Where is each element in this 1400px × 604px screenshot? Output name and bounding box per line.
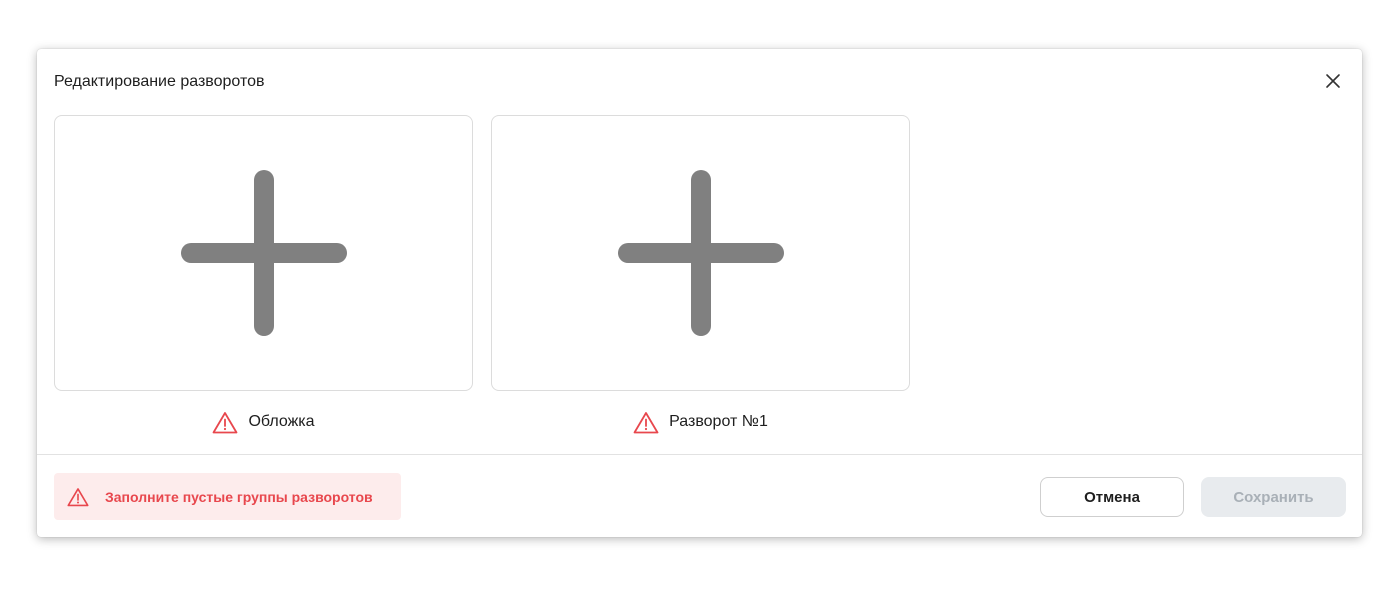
add-spread-card-cover[interactable] [54, 115, 473, 391]
warning-triangle-icon [633, 411, 659, 433]
edit-spreads-dialog: Редактирование разворотов Обложка Развор… [37, 49, 1362, 537]
spread-label-row: Обложка [54, 410, 473, 434]
warning-triangle-icon [213, 411, 238, 433]
save-button[interactable]: Сохранить [1201, 477, 1346, 517]
cancel-button[interactable]: Отмена [1040, 477, 1184, 517]
plus-icon [617, 170, 784, 336]
add-spread-card-1[interactable] [491, 115, 910, 391]
spread-label: Обложка [248, 413, 315, 430]
spread-1: Разворот №1 [491, 115, 910, 434]
error-banner: Заполните пустые группы разворотов [54, 473, 401, 520]
spread-label: Разворот №1 [669, 413, 768, 430]
spread-cover: Обложка [54, 115, 473, 434]
error-message: Заполните пустые группы разворотов [105, 488, 373, 505]
close-button[interactable] [1322, 70, 1344, 92]
footer-divider [37, 454, 1362, 455]
plus-icon [180, 170, 347, 336]
warning-triangle-icon [67, 487, 89, 506]
close-icon [1326, 74, 1340, 88]
spread-label-row: Разворот №1 [491, 410, 910, 434]
dialog-title: Редактирование разворотов [54, 73, 265, 90]
